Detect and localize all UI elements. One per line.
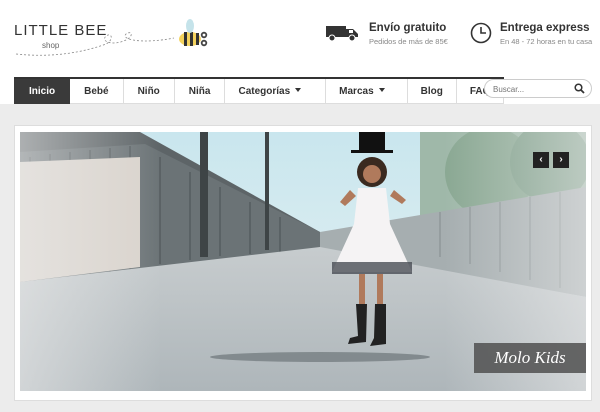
nav-item-nina[interactable]: Niña: [174, 79, 226, 104]
nav-item-label: Inicio: [29, 86, 56, 97]
site-logo[interactable]: LITTLE BEE shop: [14, 14, 214, 64]
slide-caption[interactable]: Molo Kids: [474, 343, 586, 373]
truck-icon: [326, 26, 358, 42]
logo-subtitle: shop: [42, 41, 60, 50]
feature-title: Envío gratuito: [369, 22, 447, 34]
nav-item-label: Blog: [420, 86, 443, 97]
clock-icon: [470, 22, 492, 44]
search-box: [484, 79, 592, 98]
site-header: LITTLE BEE shop Envío gratuito Pedidos d…: [0, 0, 600, 76]
nav-item-label: Bebé: [84, 86, 109, 97]
nav-item-marcas[interactable]: Marcas: [326, 79, 408, 104]
search-input[interactable]: [493, 82, 573, 96]
nav-item-blog[interactable]: Blog: [407, 79, 457, 104]
chevron-down-icon: [378, 88, 385, 93]
nav-item-label: Niña: [188, 86, 211, 97]
nav-item-inicio[interactable]: Inicio: [14, 79, 71, 109]
slider-next-button[interactable]: ›: [553, 152, 569, 168]
feature-title: Entrega express: [500, 22, 590, 34]
nav-menu: Inicio Bebé Niño Niña Categorías Marcas …: [14, 77, 505, 109]
slide-caption-text: Molo Kids: [494, 348, 566, 367]
nav-item-bebe[interactable]: Bebé: [70, 79, 124, 104]
feature-subtitle: En 48 - 72 horas en tu casa: [500, 37, 593, 46]
feature-free-shipping: Envío gratuito Pedidos de más de 85€: [326, 20, 456, 50]
slider-prev-button[interactable]: ‹: [533, 152, 549, 168]
chevron-left-icon: ‹: [539, 154, 543, 165]
nav-item-nino[interactable]: Niño: [123, 79, 175, 104]
feature-express-delivery: Entrega express En 48 - 72 horas en tu c…: [470, 20, 600, 50]
feature-subtitle: Pedidos de más de 85€: [369, 37, 448, 46]
chevron-down-icon: [295, 88, 302, 93]
nav-item-label: Categorías: [238, 86, 291, 97]
search-icon[interactable]: [574, 83, 585, 94]
chevron-right-icon: ›: [559, 154, 563, 165]
nav-item-label: Niño: [137, 86, 160, 97]
nav-item-label: Marcas: [339, 86, 374, 97]
logo-title: LITTLE BEE: [14, 22, 108, 39]
nav-item-categorias[interactable]: Categorías: [225, 79, 327, 104]
